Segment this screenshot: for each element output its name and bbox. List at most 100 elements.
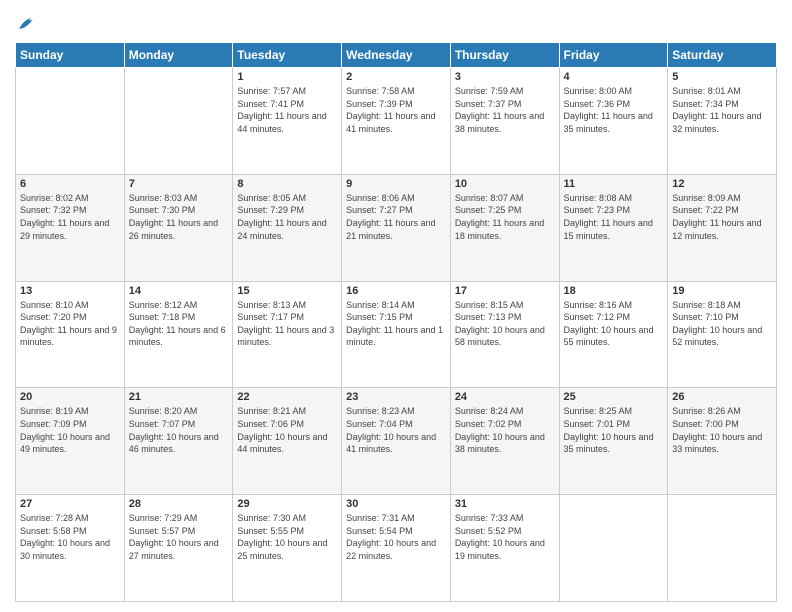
day-info: Sunrise: 7:29 AMSunset: 5:57 PMDaylight:…: [129, 512, 229, 562]
calendar-cell: 18 Sunrise: 8:16 AMSunset: 7:12 PMDayligh…: [559, 281, 668, 388]
day-info: Sunrise: 8:20 AMSunset: 7:07 PMDaylight:…: [129, 405, 229, 455]
calendar-table: SundayMondayTuesdayWednesdayThursdayFrid…: [15, 42, 777, 602]
calendar-cell: 26 Sunrise: 8:26 AMSunset: 7:00 PMDayligh…: [668, 388, 777, 495]
day-number: 30: [346, 498, 446, 510]
day-number: 29: [237, 498, 337, 510]
day-info: Sunrise: 8:19 AMSunset: 7:09 PMDaylight:…: [20, 405, 120, 455]
calendar-cell: 29 Sunrise: 7:30 AMSunset: 5:55 PMDayligh…: [233, 495, 342, 602]
calendar-cell: 14Sunrise: 8:12 AMSunset: 7:18 PMDayligh…: [124, 281, 233, 388]
day-number: 14: [129, 285, 229, 297]
day-info: Sunrise: 8:01 AMSunset: 7:34 PMDaylight:…: [672, 85, 772, 135]
day-number: 4: [564, 71, 664, 83]
weekday-header-friday: Friday: [559, 43, 668, 68]
day-number: 11: [564, 178, 664, 190]
day-info: Sunrise: 7:58 AMSunset: 7:39 PMDaylight:…: [346, 85, 446, 135]
week-row-4: 27 Sunrise: 7:28 AMSunset: 5:58 PMDayligh…: [16, 495, 777, 602]
calendar-cell: 17 Sunrise: 8:15 AMSunset: 7:13 PMDayligh…: [450, 281, 559, 388]
day-info: Sunrise: 8:23 AMSunset: 7:04 PMDaylight:…: [346, 405, 446, 455]
day-number: 15: [237, 285, 337, 297]
day-number: 28: [129, 498, 229, 510]
calendar-cell: 21 Sunrise: 8:20 AMSunset: 7:07 PMDayligh…: [124, 388, 233, 495]
day-info: Sunrise: 8:07 AMSunset: 7:25 PMDaylight:…: [455, 192, 555, 242]
day-number: 31: [455, 498, 555, 510]
day-number: 25: [564, 391, 664, 403]
day-number: 19: [672, 285, 772, 297]
day-info: Sunrise: 7:31 AMSunset: 5:54 PMDaylight:…: [346, 512, 446, 562]
day-info: Sunrise: 8:03 AMSunset: 7:30 PMDaylight:…: [129, 192, 229, 242]
day-info: Sunrise: 8:24 AMSunset: 7:02 PMDaylight:…: [455, 405, 555, 455]
day-number: 12: [672, 178, 772, 190]
calendar-cell: 15 Sunrise: 8:13 AMSunset: 7:17 PMDayligh…: [233, 281, 342, 388]
logo: [15, 14, 43, 34]
calendar-cell: 27 Sunrise: 7:28 AMSunset: 5:58 PMDayligh…: [16, 495, 125, 602]
week-row-0: 1Sunrise: 7:57 AMSunset: 7:41 PMDaylight…: [16, 68, 777, 175]
weekday-header-thursday: Thursday: [450, 43, 559, 68]
day-number: 20: [20, 391, 120, 403]
weekday-header-sunday: Sunday: [16, 43, 125, 68]
day-info: Sunrise: 7:33 AMSunset: 5:52 PMDaylight:…: [455, 512, 555, 562]
calendar-cell: 20 Sunrise: 8:19 AMSunset: 7:09 PMDayligh…: [16, 388, 125, 495]
calendar-cell: 23 Sunrise: 8:23 AMSunset: 7:04 PMDayligh…: [342, 388, 451, 495]
day-number: 5: [672, 71, 772, 83]
calendar-cell: 25 Sunrise: 8:25 AMSunset: 7:01 PMDayligh…: [559, 388, 668, 495]
calendar-cell: 6 Sunrise: 8:02 AMSunset: 7:32 PMDaylight…: [16, 174, 125, 281]
calendar-cell: 9 Sunrise: 8:06 AMSunset: 7:27 PMDaylight…: [342, 174, 451, 281]
day-info: Sunrise: 8:14 AMSunset: 7:15 PMDaylight:…: [346, 299, 446, 349]
day-info: Sunrise: 7:28 AMSunset: 5:58 PMDaylight:…: [20, 512, 120, 562]
day-number: 6: [20, 178, 120, 190]
day-info: Sunrise: 8:00 AMSunset: 7:36 PMDaylight:…: [564, 85, 664, 135]
calendar-cell: 7Sunrise: 8:03 AMSunset: 7:30 PMDaylight…: [124, 174, 233, 281]
week-row-3: 20 Sunrise: 8:19 AMSunset: 7:09 PMDayligh…: [16, 388, 777, 495]
logo-bird-icon: [15, 14, 39, 34]
day-number: 2: [346, 71, 446, 83]
day-info: Sunrise: 8:13 AMSunset: 7:17 PMDaylight:…: [237, 299, 337, 349]
day-number: 26: [672, 391, 772, 403]
calendar-cell: 3 Sunrise: 7:59 AMSunset: 7:37 PMDaylight…: [450, 68, 559, 175]
calendar-cell: 22Sunrise: 8:21 AMSunset: 7:06 PMDayligh…: [233, 388, 342, 495]
calendar-cell: 10 Sunrise: 8:07 AMSunset: 7:25 PMDayligh…: [450, 174, 559, 281]
day-number: 9: [346, 178, 446, 190]
day-number: 8: [237, 178, 337, 190]
calendar-cell: 1Sunrise: 7:57 AMSunset: 7:41 PMDaylight…: [233, 68, 342, 175]
day-info: Sunrise: 8:08 AMSunset: 7:23 PMDaylight:…: [564, 192, 664, 242]
day-info: Sunrise: 8:05 AMSunset: 7:29 PMDaylight:…: [237, 192, 337, 242]
weekday-header-row: SundayMondayTuesdayWednesdayThursdayFrid…: [16, 43, 777, 68]
week-row-2: 13 Sunrise: 8:10 AMSunset: 7:20 PMDayligh…: [16, 281, 777, 388]
day-number: 16: [346, 285, 446, 297]
calendar-cell: 8 Sunrise: 8:05 AMSunset: 7:29 PMDaylight…: [233, 174, 342, 281]
day-info: Sunrise: 8:21 AMSunset: 7:06 PMDaylight:…: [237, 405, 337, 455]
calendar-cell: [668, 495, 777, 602]
calendar-cell: 16 Sunrise: 8:14 AMSunset: 7:15 PMDayligh…: [342, 281, 451, 388]
day-info: Sunrise: 7:59 AMSunset: 7:37 PMDaylight:…: [455, 85, 555, 135]
day-number: 13: [20, 285, 120, 297]
day-info: Sunrise: 8:10 AMSunset: 7:20 PMDaylight:…: [20, 299, 120, 349]
day-info: Sunrise: 8:26 AMSunset: 7:00 PMDaylight:…: [672, 405, 772, 455]
calendar-cell: 4 Sunrise: 8:00 AMSunset: 7:36 PMDaylight…: [559, 68, 668, 175]
day-info: Sunrise: 8:15 AMSunset: 7:13 PMDaylight:…: [455, 299, 555, 349]
weekday-header-wednesday: Wednesday: [342, 43, 451, 68]
calendar-cell: 19 Sunrise: 8:18 AMSunset: 7:10 PMDayligh…: [668, 281, 777, 388]
header: [15, 10, 777, 34]
weekday-header-saturday: Saturday: [668, 43, 777, 68]
day-number: 21: [129, 391, 229, 403]
day-number: 23: [346, 391, 446, 403]
calendar-cell: 28 Sunrise: 7:29 AMSunset: 5:57 PMDayligh…: [124, 495, 233, 602]
day-info: Sunrise: 8:18 AMSunset: 7:10 PMDaylight:…: [672, 299, 772, 349]
calendar-cell: 5 Sunrise: 8:01 AMSunset: 7:34 PMDaylight…: [668, 68, 777, 175]
day-number: 10: [455, 178, 555, 190]
weekday-header-monday: Monday: [124, 43, 233, 68]
day-info: Sunrise: 8:02 AMSunset: 7:32 PMDaylight:…: [20, 192, 120, 242]
day-number: 17: [455, 285, 555, 297]
day-info: Sunrise: 8:16 AMSunset: 7:12 PMDaylight:…: [564, 299, 664, 349]
calendar-cell: 13 Sunrise: 8:10 AMSunset: 7:20 PMDayligh…: [16, 281, 125, 388]
day-number: 18: [564, 285, 664, 297]
day-info: Sunrise: 8:06 AMSunset: 7:27 PMDaylight:…: [346, 192, 446, 242]
day-number: 27: [20, 498, 120, 510]
calendar-cell: [16, 68, 125, 175]
calendar-cell: 2 Sunrise: 7:58 AMSunset: 7:39 PMDaylight…: [342, 68, 451, 175]
day-info: Sunrise: 8:25 AMSunset: 7:01 PMDaylight:…: [564, 405, 664, 455]
day-info: Sunrise: 8:09 AMSunset: 7:22 PMDaylight:…: [672, 192, 772, 242]
day-number: 3: [455, 71, 555, 83]
day-info: Sunrise: 7:30 AMSunset: 5:55 PMDaylight:…: [237, 512, 337, 562]
day-number: 24: [455, 391, 555, 403]
